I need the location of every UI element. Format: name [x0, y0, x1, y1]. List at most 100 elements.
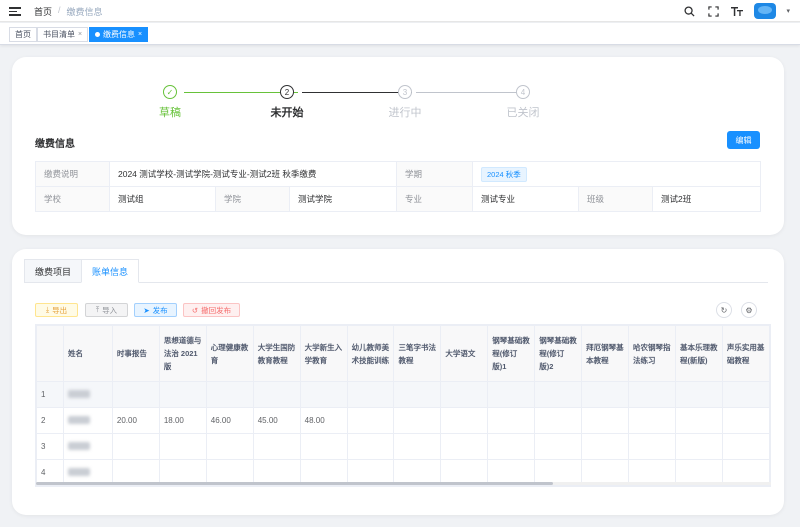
- payment-descriptions: 缴费说明 2024 测试学校-测试学院-测试专业-测试2班 秋季缴费 学期 20…: [35, 161, 761, 212]
- fee-cell: [252, 433, 301, 460]
- user-avatar[interactable]: [754, 3, 777, 19]
- fee-cell: [674, 381, 723, 408]
- bill-card: 缴费项目 账单信息 ⤓ 导出 ⤒ 导入 ➤ 发布 ↺ 撤回发布 ↻ ⚙ 姓名 时事报告 思想…: [12, 249, 784, 515]
- revoke-publish-button[interactable]: ↺ 撤回发布: [183, 303, 240, 317]
- fee-cell: [346, 433, 395, 460]
- fullscreen-icon[interactable]: [706, 4, 720, 18]
- tag-payment-info[interactable]: 缴费信息 ×: [89, 27, 149, 42]
- font-size-icon[interactable]: [730, 4, 744, 18]
- major-label: 专业: [396, 186, 473, 212]
- fee-cell: [252, 381, 301, 408]
- horizontal-scrollbar[interactable]: [36, 482, 771, 485]
- step-not-started-label: 未开始: [270, 107, 304, 119]
- breadcrumb-home[interactable]: 首页: [34, 5, 52, 18]
- column-header: 基本乐理教程(新版): [674, 325, 723, 382]
- column-header: 声乐实用基础教程: [721, 325, 770, 382]
- tab-payment-items[interactable]: 缴费项目: [24, 259, 82, 283]
- fee-cell: [111, 381, 160, 408]
- column-header: 钢琴基础教程(修订版)2: [534, 325, 583, 382]
- column-header: 哈农钢琴指法练习: [628, 325, 676, 382]
- school-value: 测试组: [109, 186, 216, 212]
- fee-cell: [721, 433, 770, 460]
- fee-cell: 48.00: [299, 407, 348, 434]
- college-label: 学院: [215, 186, 290, 212]
- index-column-header: [36, 325, 64, 382]
- tag-label: 首页: [15, 30, 31, 39]
- fee-cell: [440, 433, 489, 460]
- close-icon[interactable]: ×: [138, 28, 142, 41]
- column-header: 大学语文: [440, 325, 489, 382]
- student-name-redacted: [62, 433, 113, 460]
- column-header: 拜厄钢琴基本教程: [581, 325, 630, 382]
- fee-cell: [534, 407, 583, 434]
- row-index: 2: [36, 407, 64, 434]
- edit-button[interactable]: 编辑: [727, 131, 760, 149]
- step-draft-label: 草稿: [159, 107, 181, 119]
- breadcrumb-separator: /: [58, 5, 61, 15]
- fee-cell: [158, 433, 207, 460]
- class-value: 测试2班: [652, 186, 761, 212]
- step-closed-label: 已关闭: [506, 107, 540, 119]
- settings-icon[interactable]: ⚙: [741, 302, 757, 318]
- search-icon[interactable]: [682, 4, 696, 18]
- publish-button[interactable]: ➤ 发布: [134, 303, 177, 317]
- term-cell: 2024 秋季: [472, 161, 761, 187]
- term-label: 学期: [396, 161, 473, 187]
- status-steps: ✓ 草稿 2 未开始 3 进行中 4 已关闭: [159, 83, 562, 123]
- payment-info-card: ✓ 草稿 2 未开始 3 进行中 4 已关闭 缴费信息 编辑 缴费说明 2024…: [12, 57, 784, 235]
- fee-cell: [440, 381, 489, 408]
- close-icon[interactable]: ×: [78, 28, 82, 41]
- column-header: 三笔字书法教程: [393, 325, 442, 382]
- fee-cell: [487, 433, 536, 460]
- class-label: 班级: [578, 186, 653, 212]
- table-row[interactable]: 1: [36, 381, 770, 408]
- table-row[interactable]: 3: [36, 433, 770, 460]
- send-icon: ➤: [143, 305, 150, 315]
- column-header: 大学生国防教育教程: [252, 325, 301, 382]
- redacted-name-blur: [67, 467, 90, 476]
- fee-cell: [158, 381, 207, 408]
- step-in-progress-number: 3: [398, 85, 412, 99]
- table-row[interactable]: 2 20.00 18.00 46.00 45.00 48.00: [36, 407, 770, 434]
- refresh-icon[interactable]: ↻: [716, 302, 732, 318]
- fee-cell: [628, 433, 676, 460]
- college-value: 测试学院: [289, 186, 397, 212]
- tab-bill-info[interactable]: 账单信息: [81, 259, 139, 283]
- bill-grid: 姓名 时事报告 思想道德与法治 2021版 心理健康教育 大学生国防教育教程 大学新生入学…: [36, 325, 770, 486]
- fee-cell: [346, 381, 395, 408]
- import-button[interactable]: ⤒ 导入: [85, 303, 128, 317]
- redacted-name-blur: [67, 415, 90, 424]
- fee-cell: [628, 407, 676, 434]
- revoke-label: 撤回发布: [201, 305, 232, 315]
- hamburger-menu-icon[interactable]: [9, 5, 21, 17]
- tag-label: 书目清单: [43, 30, 75, 39]
- student-name-redacted: [62, 381, 113, 408]
- column-header: 姓名: [62, 325, 113, 382]
- desc-value: 2024 测试学校-测试学院-测试专业-测试2班 秋季缴费: [109, 161, 397, 187]
- fee-cell: [205, 381, 254, 408]
- term-tag: 2024 秋季: [481, 166, 527, 182]
- export-button[interactable]: ⤓ 导出: [35, 303, 78, 317]
- column-header: 思想道德与法治 2021版: [158, 325, 207, 382]
- fee-cell: [299, 433, 348, 460]
- fee-cell: [393, 381, 442, 408]
- fee-cell: [674, 407, 723, 434]
- chevron-down-icon[interactable]: ▾: [786, 7, 790, 15]
- fee-cell: 46.00: [205, 407, 254, 434]
- navbar: 首页 / 缴费信息 ▾: [0, 0, 800, 22]
- fee-cell: [534, 381, 583, 408]
- step-not-started-number: 2: [280, 85, 294, 99]
- active-dot-icon: [95, 32, 100, 37]
- tag-book-list[interactable]: 书目清单 ×: [37, 27, 89, 42]
- fee-cell: [581, 407, 630, 434]
- import-label: 导入: [102, 305, 118, 315]
- bill-table: 姓名 时事报告 思想道德与法治 2021版 心理健康教育 大学生国防教育教程 大学新生入学…: [35, 324, 771, 487]
- row-index: 1: [36, 381, 64, 408]
- school-label: 学校: [35, 186, 110, 212]
- fee-cell: [628, 381, 676, 408]
- download-icon: ⤓: [45, 305, 50, 314]
- tag-label: 缴费信息: [103, 30, 135, 39]
- export-label: 导出: [52, 305, 68, 315]
- tag-home[interactable]: 首页: [9, 27, 37, 42]
- scrollbar-thumb[interactable]: [36, 482, 553, 485]
